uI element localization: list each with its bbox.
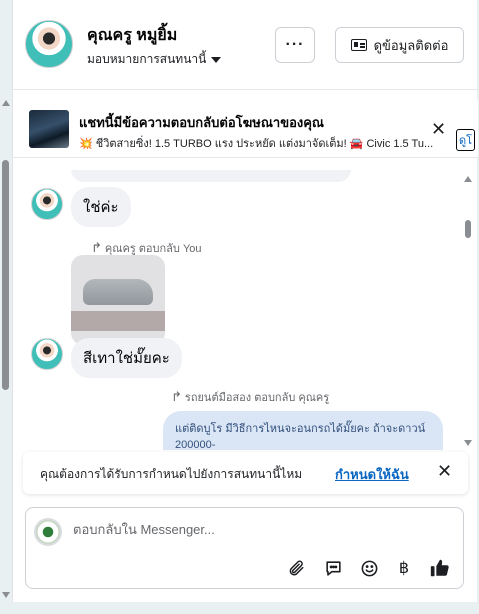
previous-message-bubble	[71, 170, 351, 182]
reply-context: ↱ รถยนต์มือสอง ตอบกลับ คุณครู	[171, 388, 329, 406]
outer-scrollbar[interactable]	[0, 0, 12, 614]
scroll-thumb[interactable]	[465, 220, 471, 238]
reply-arrow-icon: ↱	[91, 240, 102, 255]
view-ad-button[interactable]: ดูโ	[456, 129, 476, 151]
contact-info-button[interactable]: ดูข้อมูลติดต่อ	[335, 27, 464, 63]
message-composer: ฿	[25, 507, 464, 589]
contact-name[interactable]: คุณครู หมูยิ้ม	[87, 23, 177, 48]
reply-context-label: รถยนต์มือสอง ตอบกลับ คุณครู	[184, 392, 330, 404]
id-card-icon	[350, 39, 367, 51]
baht-icon[interactable]: ฿	[392, 556, 416, 580]
thumbs-up-icon[interactable]	[428, 556, 452, 580]
scroll-up-arrow-icon[interactable]	[2, 100, 10, 106]
assignment-prompt-text: คุณต้องการได้รับการกำหนดไปยังการสนทนานี้…	[40, 467, 303, 481]
more-options-button[interactable]: ···	[275, 27, 315, 63]
message-thread[interactable]: ใช่ค่ะ ↱ คุณครู ตอบกลับ You สีเทาใช่มั๊ย…	[13, 170, 478, 450]
incoming-message[interactable]: สีเทาใช่มั๊ยคะ	[71, 338, 182, 378]
sender-avatar[interactable]	[31, 188, 63, 220]
conversation-panel: คุณครู หมูยิ้ม มอบหมายการสนทนานี้ ··· ดู…	[12, 0, 478, 602]
assign-dropdown[interactable]: มอบหมายการสนทนานี้	[87, 50, 222, 69]
assign-label: มอบหมายการสนทนานี้	[87, 52, 207, 66]
ad-banner-title: แชทนี้มีข้อความตอบกลับต่อโฆษณาของคุณ	[79, 115, 324, 130]
reply-input[interactable]	[73, 522, 443, 537]
quoted-image[interactable]	[71, 255, 165, 345]
contact-info-label: ดูข้อมูลติดต่อ	[373, 37, 449, 53]
ad-thumbnail[interactable]	[29, 110, 69, 148]
caret-down-icon	[211, 56, 222, 63]
outgoing-message[interactable]: แต่ติดบูโร มีวิธีการไหนจะอนกรถได้มั๊ยคะ …	[163, 411, 443, 450]
scroll-down-arrow-icon[interactable]	[2, 592, 10, 598]
contact-avatar[interactable]	[25, 20, 73, 68]
reply-arrow-icon: ↱	[171, 389, 182, 404]
scroll-down-arrow-icon[interactable]	[464, 440, 472, 446]
page-avatar	[34, 518, 62, 546]
scroll-thumb[interactable]	[2, 160, 9, 390]
ad-banner-subtitle: 💥 ชีวิตสายซิ่ง! 1.5 TURBO แรง ประหยัด แต…	[79, 138, 434, 150]
emoji-icon[interactable]	[357, 556, 381, 580]
car-image	[83, 279, 153, 305]
close-icon[interactable]: ✕	[431, 119, 446, 140]
image-banner	[71, 311, 165, 331]
assignment-prompt: คุณต้องการได้รับการกำหนดไปยังการสนทนานี้…	[23, 452, 468, 494]
thread-scrollbar[interactable]	[462, 170, 474, 450]
close-icon[interactable]: ✕	[437, 461, 452, 482]
scroll-up-arrow-icon[interactable]	[464, 176, 472, 182]
incoming-message[interactable]: ใช่ค่ะ	[71, 187, 131, 227]
sender-avatar[interactable]	[31, 338, 63, 370]
assign-to-me-link[interactable]: กำหนดให้ฉัน	[335, 464, 409, 485]
conversation-header: คุณครู หมูยิ้ม มอบหมายการสนทนานี้ ··· ดู…	[13, 0, 478, 90]
paperclip-icon[interactable]	[284, 556, 308, 580]
chat-bubble-icon[interactable]	[321, 556, 345, 580]
ad-reply-banner: แชทนี้มีข้อความตอบกลับต่อโฆษณาของคุณ 💥 ช…	[13, 100, 478, 158]
